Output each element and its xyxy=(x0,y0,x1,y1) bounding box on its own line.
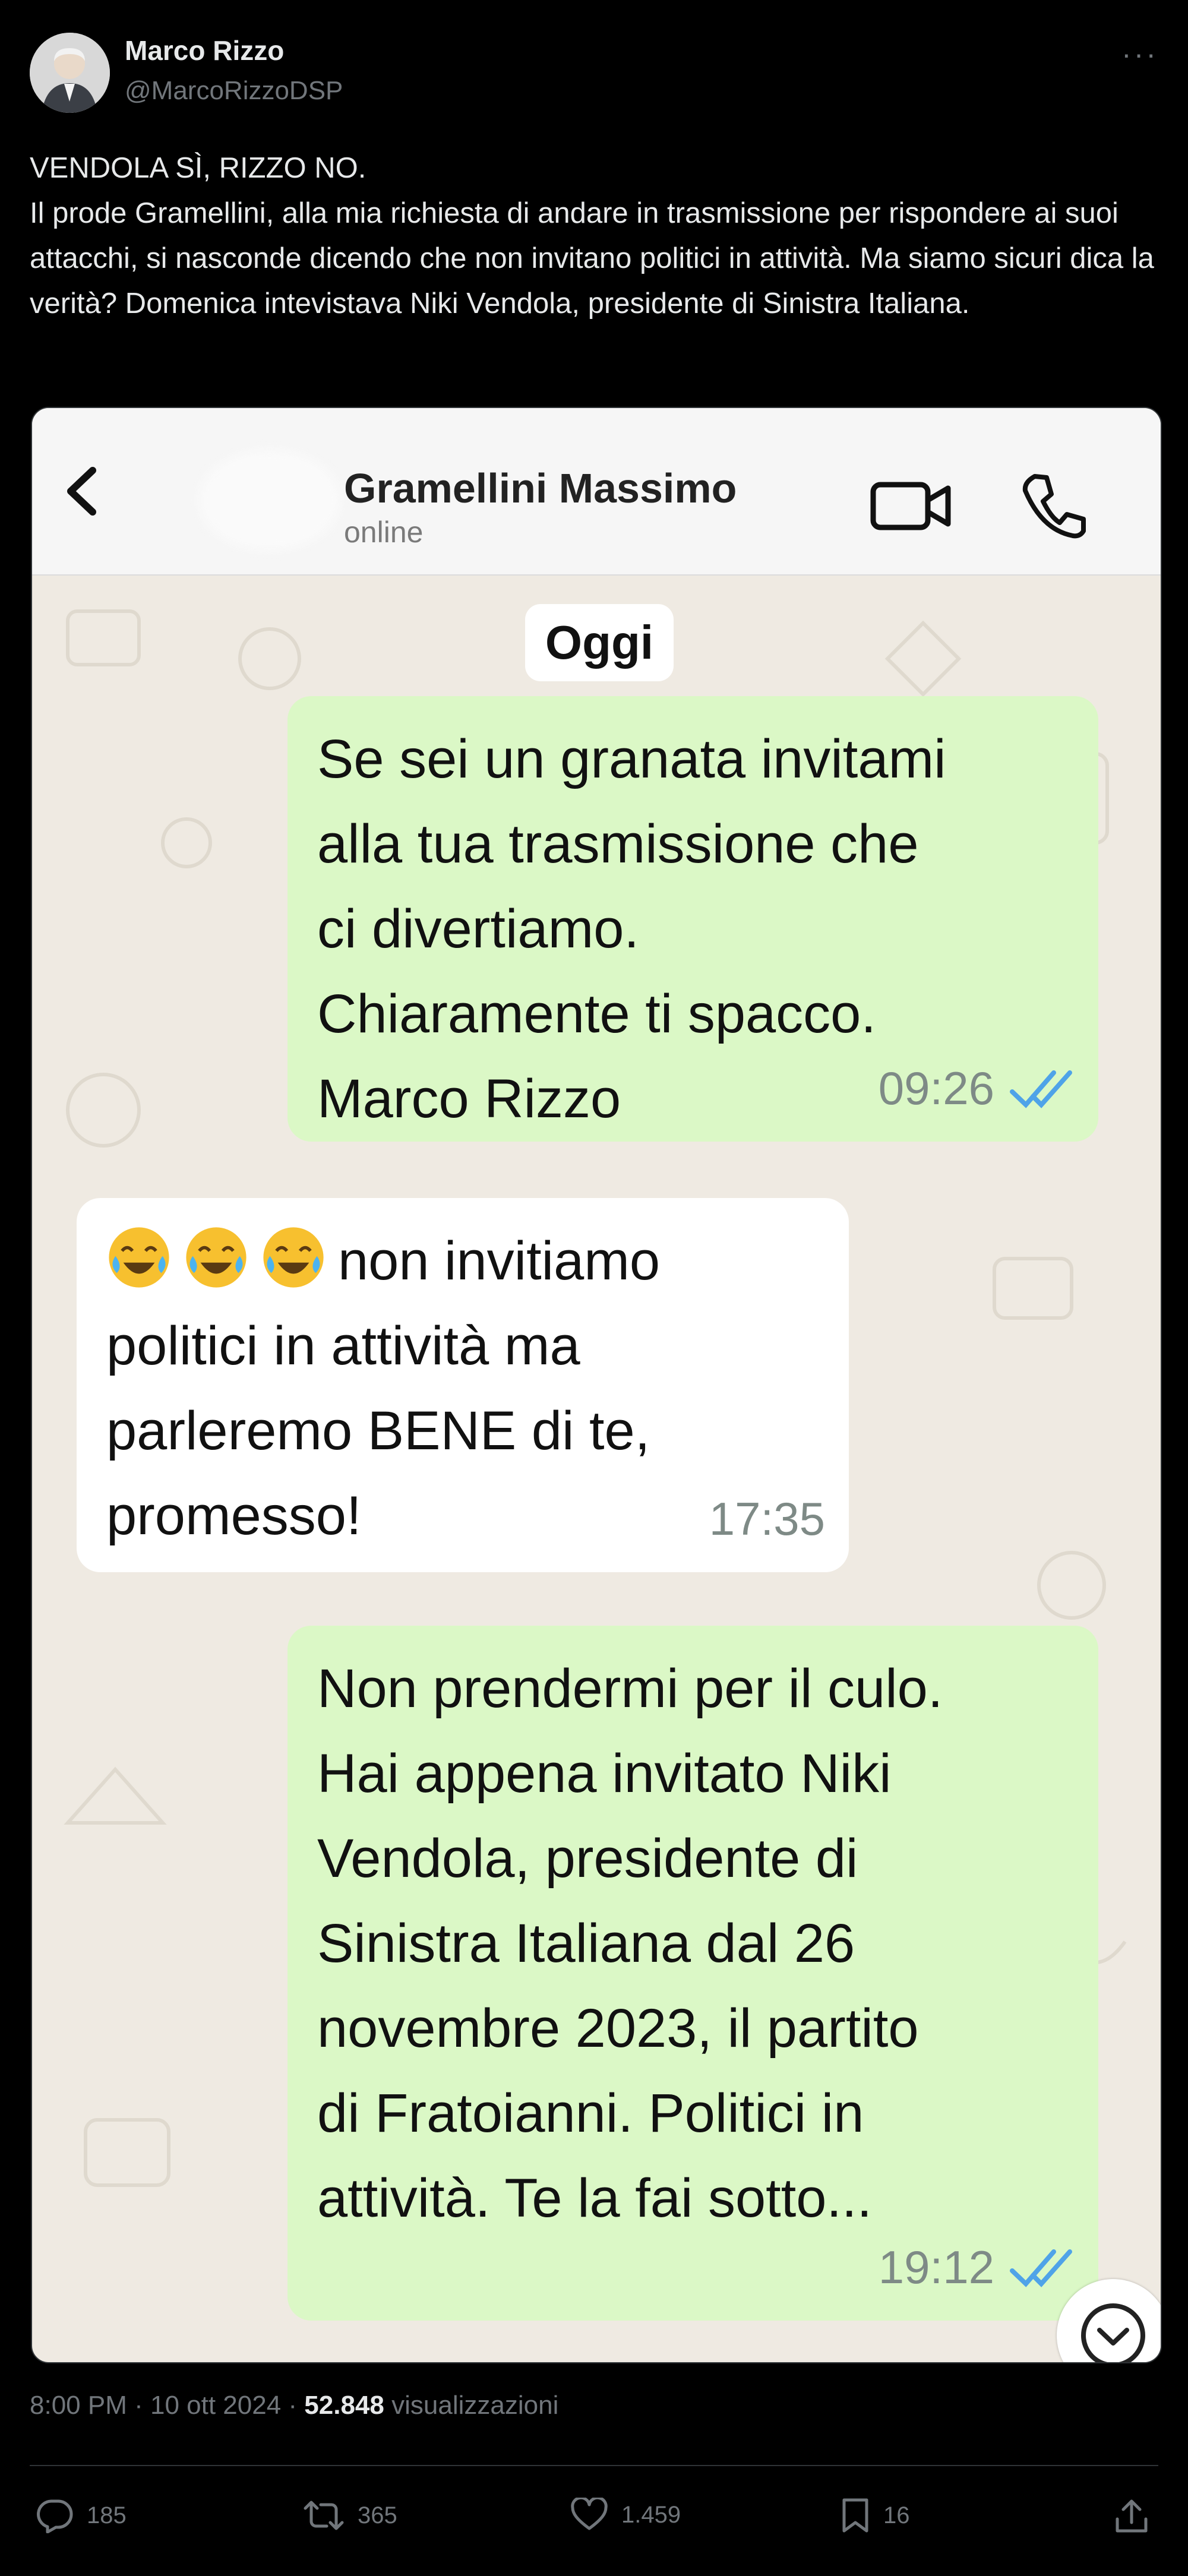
tweet-actions-bar: 185 365 1.459 16 xyxy=(0,2486,1188,2545)
message-time: 19:12 xyxy=(878,2241,994,2293)
chevron-down-icon xyxy=(1081,2303,1145,2362)
tweet-time: 8:00 PM xyxy=(30,2391,127,2420)
views-count: 52.848 xyxy=(304,2391,384,2420)
author-handle[interactable]: @MarcoRizzoDSP xyxy=(125,76,343,106)
double-check-read-icon xyxy=(1010,1070,1072,1108)
message-text: Non prendermi per il culo. Hai appena in… xyxy=(317,1658,943,2229)
message-meta: 17:35 xyxy=(709,1477,825,1562)
contact-avatar-blurred[interactable] xyxy=(198,450,341,551)
message-time: 17:35 xyxy=(709,1493,825,1545)
heart-icon xyxy=(571,2498,608,2530)
tears-of-joy-emoji xyxy=(106,1227,338,1291)
share-button[interactable] xyxy=(1114,2498,1162,2534)
chat-contact-status: online xyxy=(344,516,424,549)
scroll-down-button[interactable] xyxy=(1057,2279,1161,2362)
repost-button[interactable]: 365 xyxy=(303,2498,397,2533)
tweet-headline: VENDOLA SÌ, RIZZO NO. xyxy=(30,152,366,184)
message-bubble-outgoing[interactable]: Non prendermi per il culo. Hai appena in… xyxy=(287,1626,1098,2321)
date-separator: Oggi xyxy=(525,604,674,681)
message-bubble-outgoing[interactable]: Se sei un granata invitami alla tua tras… xyxy=(287,696,1098,1142)
tweet-text: VENDOLA SÌ, RIZZO NO. Il prode Gramellin… xyxy=(30,146,1164,326)
video-call-icon[interactable] xyxy=(870,476,953,536)
message-bubble-incoming[interactable]: non invitiamo politici in attività ma pa… xyxy=(77,1198,849,1572)
author-name[interactable]: Marco Rizzo xyxy=(125,34,284,67)
tweet-date: 10 ott 2024 xyxy=(150,2391,282,2420)
chat-contact-name[interactable]: Gramellini Massimo xyxy=(344,464,737,512)
repost-icon xyxy=(304,2501,344,2530)
author-avatar[interactable] xyxy=(30,33,110,113)
like-count: 1.459 xyxy=(621,2501,681,2528)
reply-count: 185 xyxy=(87,2502,127,2528)
bookmark-count: 16 xyxy=(883,2502,910,2528)
divider xyxy=(30,2465,1158,2466)
views-label: visualizzazioni xyxy=(391,2391,559,2420)
message-meta: 19:12 xyxy=(879,2225,1075,2310)
repost-count: 365 xyxy=(358,2502,397,2528)
like-button[interactable]: 1.459 xyxy=(570,2498,681,2532)
share-icon xyxy=(1116,2499,1148,2533)
message-meta: 09:26 xyxy=(879,1046,1075,1131)
bookmark-icon xyxy=(842,2498,868,2533)
back-arrow-icon[interactable] xyxy=(56,464,109,518)
tweet-timestamp[interactable]: 8:00 PM · 10 ott 2024 · 52.848 visualizz… xyxy=(30,2391,558,2420)
phone-call-icon[interactable] xyxy=(1018,470,1089,542)
reply-button[interactable]: 185 xyxy=(36,2498,127,2533)
message-time: 09:26 xyxy=(878,1062,994,1114)
more-horizontal-icon[interactable]: ··· xyxy=(1121,37,1158,71)
bookmark-button[interactable]: 16 xyxy=(841,2498,910,2533)
tweet-body: Il prode Gramellini, alla mia richiesta … xyxy=(30,197,1154,320)
chat-header: Gramellini Massimo online xyxy=(32,408,1161,576)
reply-icon xyxy=(37,2499,73,2533)
tweet-media-image[interactable]: Gramellini Massimo online Oggi Se sei un… xyxy=(31,407,1162,2363)
